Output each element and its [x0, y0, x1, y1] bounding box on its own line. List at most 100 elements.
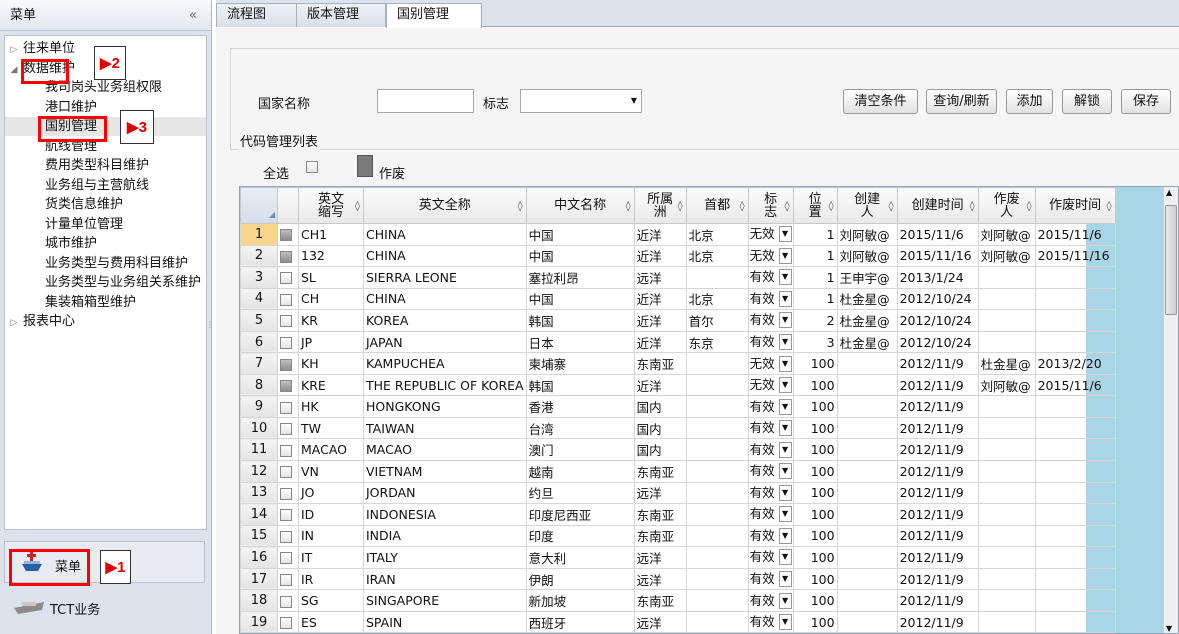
flag-select[interactable]: ▼ [520, 89, 642, 113]
column-header[interactable]: 首都 ◊ [685, 187, 749, 224]
table-cell[interactable]: 有效 ▼ [747, 416, 794, 440]
row-checkbox[interactable] [280, 401, 292, 414]
row-checkbox[interactable] [280, 250, 292, 263]
table-row[interactable]: 4 CH CHINA 中国 近洋 北京 有效 ▼ 1 杜金星@ 2012/10/24 [240, 287, 1116, 311]
chevron-down-icon[interactable]: ▼ [778, 247, 792, 264]
nav-item-tct-label[interactable]: TCT业务 [50, 599, 100, 618]
table-cell[interactable]: 无效 ▼ [747, 373, 794, 397]
sort-icon[interactable]: ◊ [970, 200, 975, 213]
table-cell[interactable]: 有效 ▼ [747, 589, 794, 612]
column-header[interactable]: 标 志 ◊ [747, 187, 794, 224]
tree-item[interactable]: 城市维护 [5, 234, 97, 253]
row-checkbox[interactable] [280, 293, 292, 306]
row-checkbox[interactable] [280, 487, 292, 500]
table-cell[interactable]: 有效 ▼ [747, 481, 794, 505]
sort-icon[interactable]: ◊ [1107, 200, 1112, 213]
table-cell[interactable]: 有效 ▼ [747, 460, 794, 483]
column-header[interactable]: 位 置 ◊ [792, 187, 838, 224]
row-checkbox[interactable] [280, 595, 292, 608]
table-row[interactable]: 12 VN VIETNAM 越南 东南亚 有效 ▼ 100 2012/11/9 [240, 460, 1116, 483]
table-cell[interactable]: 有效 ▼ [747, 287, 794, 311]
unlock-button[interactable]: 解锁 [1062, 89, 1112, 114]
table-row[interactable]: 10 TW TAIWAN 台湾 国内 有效 ▼ 100 2012/11/9 [240, 416, 1116, 440]
table-row[interactable]: 17 IR IRAN 伊朗 远洋 有效 ▼ 100 2012/11/9 [240, 567, 1116, 591]
chevron-down-icon[interactable]: ▼ [778, 463, 792, 480]
add-button[interactable]: 添加 [1006, 89, 1053, 114]
column-header[interactable]: 英文 缩写 ◊ [298, 187, 364, 224]
sort-icon[interactable]: ◊ [626, 200, 631, 213]
query-refresh-button[interactable]: 查询/刷新 [926, 89, 997, 114]
tab-version-mgmt[interactable]: 版本管理 [296, 3, 386, 27]
chevron-down-icon[interactable]: ▼ [778, 614, 792, 631]
chevron-down-icon[interactable]: ▼ [778, 312, 792, 329]
scrollbar-thumb[interactable] [1165, 205, 1177, 315]
table-cell[interactable]: 有效 ▼ [747, 567, 794, 591]
vertical-scrollbar[interactable]: ▲ ▼ [1163, 187, 1178, 633]
table-row[interactable]: 11 MACAO MACAO 澳门 国内 有效 ▼ 100 2012/11/9 [240, 438, 1116, 462]
column-header[interactable]: 创建时间 ◊ [896, 187, 979, 224]
row-checkbox[interactable] [280, 574, 292, 587]
table-cell[interactable]: 有效 ▼ [747, 266, 794, 289]
chevron-down-icon[interactable]: ▼ [778, 355, 792, 372]
chevron-down-icon[interactable]: ▼ [778, 441, 792, 458]
row-checkbox[interactable] [280, 444, 292, 457]
select-all-checkbox[interactable] [306, 161, 318, 173]
sort-icon[interactable]: ◊ [678, 200, 683, 213]
sort-icon[interactable]: ◊ [785, 200, 790, 213]
row-checkbox[interactable] [280, 617, 292, 630]
row-checkbox[interactable] [280, 530, 292, 543]
row-checkbox[interactable] [280, 229, 292, 242]
column-header[interactable]: 中文名称 ◊ [525, 187, 635, 224]
tree-item[interactable]: 业务组与主营航线 [5, 176, 149, 195]
table-row[interactable]: 9 HK HONGKONG 香港 国内 有效 ▼ 100 2012/11/9 [240, 395, 1116, 418]
tree-item[interactable]: ▷ 报表中心 [5, 312, 75, 331]
row-checkbox[interactable] [280, 423, 292, 436]
panel-splitter[interactable]: ⋮ [206, 320, 214, 350]
row-checkbox[interactable] [280, 272, 292, 285]
sort-icon[interactable]: ◊ [518, 200, 523, 213]
table-cell[interactable]: 有效 ▼ [747, 309, 794, 332]
table-cell[interactable]: 无效 ▼ [747, 244, 794, 268]
row-checkbox[interactable] [280, 315, 292, 328]
chevron-down-icon[interactable]: ▼ [778, 334, 792, 350]
tree-item[interactable]: 费用类型科目维护 [5, 156, 149, 175]
table-row[interactable]: 13 JO JORDAN 约旦 远洋 有效 ▼ 100 2012/11/9 [240, 481, 1116, 505]
table-row[interactable]: 6 JP JAPAN 日本 近洋 东京 有效 ▼ 3 杜金星@ 2012/10/24 [240, 330, 1116, 354]
table-row[interactable]: 19 ES SPAIN 西班牙 远洋 有效 ▼ 100 2012/11/9 [240, 610, 1116, 633]
column-header[interactable]: 英文全称 ◊ [363, 187, 527, 224]
tree-item[interactable]: 业务类型与业务组关系维护 [5, 273, 201, 292]
tree-item[interactable]: 计量单位管理 [5, 215, 123, 234]
tab-country-mgmt[interactable]: 国别管理✕ [386, 3, 482, 44]
sort-icon[interactable]: ◊ [355, 200, 360, 213]
table-row[interactable]: 15 IN INDIA 印度 东南亚 有效 ▼ 100 2012/11/9 [240, 524, 1116, 548]
table-cell[interactable]: 无效 ▼ [747, 352, 794, 375]
clear-conditions-button[interactable]: 清空条件 [843, 89, 918, 114]
chevron-down-icon[interactable]: ▼ [778, 506, 792, 523]
scroll-up-arrow[interactable]: ▲ [1166, 188, 1172, 197]
expand-right-icon[interactable]: ▷ [5, 41, 23, 60]
chevron-down-icon[interactable]: ▼ [778, 290, 792, 307]
row-checkbox[interactable] [280, 509, 292, 522]
table-row[interactable]: 5 KR KOREA 韩国 近洋 首尔 有效 ▼ 2 杜金星@ 2012/10/24 [240, 309, 1116, 332]
table-row[interactable]: 1 CH1 CHINA 中国 近洋 北京 无效 ▼ 1 刘阿敏@ 2015/11/6 刘阿敏@ 2015… [240, 223, 1116, 246]
sort-icon[interactable]: ◊ [1027, 200, 1032, 213]
table-row[interactable]: 14 ID INDONESIA 印度尼西亚 东南亚 有效 ▼ 100 2012/11/9 [240, 503, 1116, 526]
chevron-down-icon[interactable]: ▼ [778, 226, 792, 243]
column-header[interactable]: 作废 人 ◊ [977, 187, 1036, 224]
table-cell[interactable]: 无效 ▼ [747, 223, 794, 246]
table-row[interactable]: 16 IT ITALY 意大利 远洋 有效 ▼ 100 2012/11/9 [240, 546, 1116, 569]
tree-item[interactable]: 货类信息维护 [5, 195, 123, 214]
row-checkbox[interactable] [280, 358, 292, 371]
column-header[interactable]: 创建 人 ◊ [836, 187, 898, 224]
expand-right-icon[interactable]: ▷ [5, 314, 23, 333]
table-row[interactable]: 8 KRE THE REPUBLIC OF KOREA 韩国 近洋 无效 ▼ 100 2012/… [240, 373, 1116, 397]
table-cell[interactable]: 有效 ▼ [747, 610, 794, 633]
tree-item[interactable]: 业务类型与费用科目维护 [5, 254, 188, 273]
collapse-icon[interactable]: « [189, 0, 197, 31]
sort-icon[interactable]: ◊ [829, 200, 834, 213]
table-cell[interactable]: 有效 ▼ [747, 546, 794, 569]
row-checkbox[interactable] [280, 552, 292, 565]
chevron-down-icon[interactable]: ▼ [778, 571, 792, 588]
tree-item[interactable]: 集装箱箱型维护 [5, 293, 136, 312]
table-row[interactable]: 18 SG SINGAPORE 新加坡 东南亚 有效 ▼ 100 2012/11/9 [240, 589, 1116, 612]
